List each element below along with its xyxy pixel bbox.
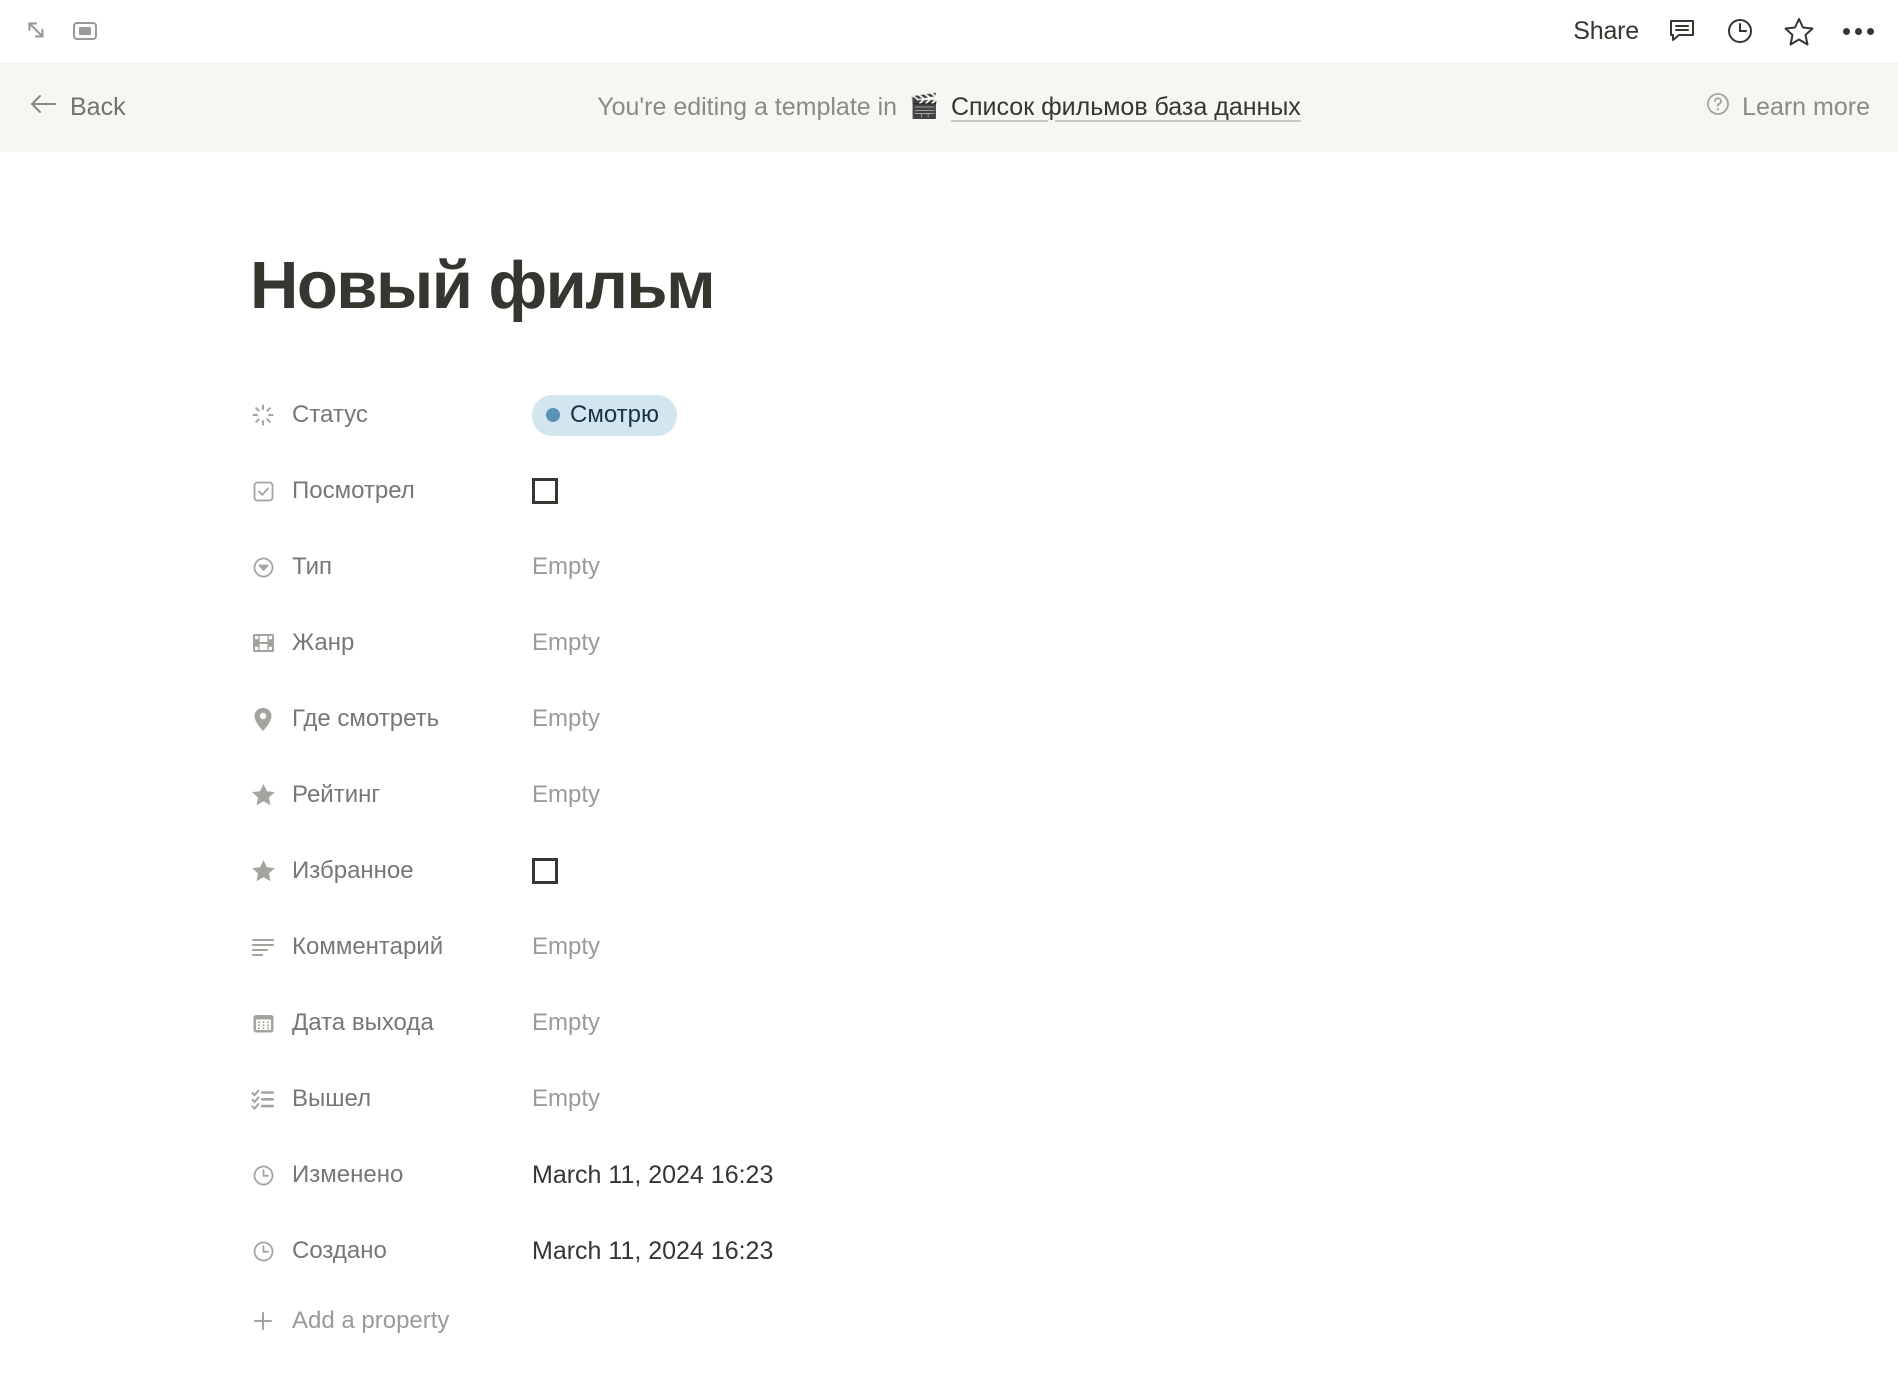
property-name: Комментарий [292, 933, 444, 960]
calendar-icon [250, 1010, 276, 1036]
sidebar-panel-icon[interactable] [72, 20, 98, 42]
property-value-created: March 11, 2024 16:23 [532, 1236, 774, 1265]
property-value-rating[interactable]: Empty [532, 781, 600, 809]
property-value-type[interactable]: Empty [532, 553, 600, 581]
add-property-button[interactable]: Add a property [250, 1307, 1898, 1335]
status-badge-label: Смотрю [570, 400, 659, 428]
status-badge[interactable]: Смотрю [532, 394, 677, 436]
database-link[interactable]: Список фильмов база данных [951, 93, 1301, 122]
checklist-icon [250, 1086, 276, 1112]
status-dot-icon [546, 407, 560, 422]
property-name: Дата выхода [292, 1009, 434, 1036]
property-name: Рейтинг [292, 781, 381, 808]
property-row-release-date: Дата выхода Empty [250, 985, 1898, 1061]
status-spinner-icon [250, 402, 276, 428]
property-name: Посмотрел [292, 477, 415, 504]
property-label-where-to-watch[interactable]: Где смотреть [250, 705, 532, 733]
property-value-released[interactable]: Empty [532, 1085, 600, 1113]
property-row-status: Статус Смотрю [250, 377, 1898, 453]
page-title[interactable]: Новый фильм [250, 252, 1898, 319]
select-chevron-icon [250, 554, 276, 580]
property-name: Вышел [292, 1085, 372, 1112]
property-row-released: Вышел Empty [250, 1061, 1898, 1137]
property-row-type: Тип Empty [250, 529, 1898, 605]
property-label-last-edited[interactable]: Изменено [250, 1161, 532, 1189]
page-content: Новый фильм Статус Смотрю Посмотрел Тип … [0, 152, 1898, 1335]
star-icon [250, 782, 276, 808]
top-bar-right-group: Share [1573, 16, 1874, 47]
question-circle-icon [1705, 91, 1731, 124]
arrow-left-icon [28, 92, 58, 123]
text-lines-icon [250, 934, 276, 960]
filmstrip-icon [250, 630, 276, 656]
property-label-release-date[interactable]: Дата выхода [250, 1009, 532, 1037]
share-button[interactable]: Share [1573, 17, 1639, 46]
back-button[interactable]: Back [28, 92, 126, 123]
template-editing-banner: Back You're editing a template in 🎬 Спис… [0, 62, 1898, 152]
property-name: Статус [292, 401, 368, 428]
property-value-comment[interactable]: Empty [532, 933, 600, 961]
clock-icon [250, 1238, 276, 1264]
property-name: Изменено [292, 1161, 404, 1188]
property-row-where-to-watch: Где смотреть Empty [250, 681, 1898, 757]
property-label-rating[interactable]: Рейтинг [250, 781, 532, 809]
property-value-favorite[interactable] [532, 858, 558, 884]
banner-message: You're editing a template in [597, 92, 898, 121]
property-label-favorite[interactable]: Избранное [250, 857, 532, 885]
property-row-comment: Комментарий Empty [250, 909, 1898, 985]
property-value-release-date[interactable]: Empty [532, 1009, 600, 1037]
checkbox-icon [250, 478, 276, 504]
learn-more-link[interactable]: Learn more [1705, 91, 1870, 124]
property-value-genre[interactable]: Empty [532, 629, 600, 657]
location-pin-icon [250, 706, 276, 732]
favorite-star-icon[interactable] [1783, 16, 1815, 47]
clapperboard-icon: 🎬 [909, 93, 939, 120]
more-options-icon[interactable] [1843, 27, 1874, 35]
property-name: Тип [292, 553, 333, 580]
property-row-created: Создано March 11, 2024 16:23 [250, 1213, 1898, 1289]
property-label-comment[interactable]: Комментарий [250, 933, 532, 961]
property-name: Где смотреть [292, 705, 440, 732]
property-label-created[interactable]: Создано [250, 1237, 532, 1265]
back-label: Back [70, 92, 126, 121]
property-label-status[interactable]: Статус [250, 401, 532, 429]
property-value-where-to-watch[interactable]: Empty [532, 705, 600, 733]
watched-checkbox[interactable] [532, 478, 558, 504]
plus-icon [250, 1308, 276, 1334]
property-name: Избранное [292, 857, 414, 884]
property-row-last-edited: Изменено March 11, 2024 16:23 [250, 1137, 1898, 1213]
property-row-rating: Рейтинг Empty [250, 757, 1898, 833]
clock-icon [250, 1162, 276, 1188]
property-name: Жанр [292, 629, 355, 656]
banner-center-group: You're editing a template in 🎬 Список фи… [597, 93, 1301, 122]
property-row-genre: Жанр Empty [250, 605, 1898, 681]
star-icon [250, 858, 276, 884]
top-bar-left-group [24, 18, 98, 44]
comment-icon[interactable] [1667, 17, 1697, 45]
add-property-label: Add a property [292, 1307, 450, 1334]
history-clock-icon[interactable] [1725, 16, 1755, 46]
top-bar: Share [0, 0, 1898, 62]
property-value-status[interactable]: Смотрю [532, 394, 677, 436]
learn-more-label: Learn more [1742, 92, 1870, 121]
property-label-genre[interactable]: Жанр [250, 629, 532, 657]
expand-icon[interactable] [24, 18, 50, 44]
property-label-released[interactable]: Вышел [250, 1085, 532, 1113]
property-label-watched[interactable]: Посмотрел [250, 477, 532, 505]
property-name: Создано [292, 1237, 387, 1264]
property-value-watched[interactable] [532, 478, 558, 504]
property-list: Статус Смотрю Посмотрел Тип Empty Жанр E… [250, 377, 1898, 1335]
property-value-last-edited: March 11, 2024 16:23 [532, 1160, 774, 1189]
property-label-type[interactable]: Тип [250, 553, 532, 581]
property-row-watched: Посмотрел [250, 453, 1898, 529]
favorite-checkbox[interactable] [532, 858, 558, 884]
property-row-favorite: Избранное [250, 833, 1898, 909]
